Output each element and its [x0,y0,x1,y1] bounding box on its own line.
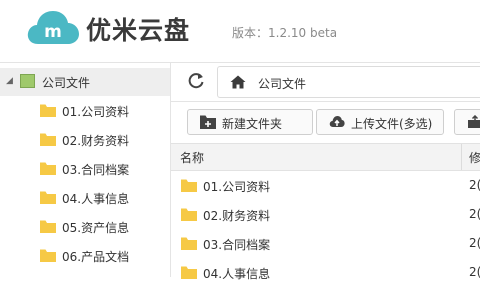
tree-item-label: 01.公司资料 [62,105,130,119]
version-label: 版本：1.2.10 beta [232,26,338,40]
table-row[interactable]: 03.合同档案 2( [171,229,480,258]
tree-item-label: 03.合同档案 [62,163,130,177]
tree-item-label: 04.人事信息 [62,192,130,206]
brand-name: 优米云盘 [86,16,191,45]
tree-root-item[interactable]: ◢ 公司文件 [0,68,170,96]
tree-root-label: 公司文件 [42,76,91,90]
file-name[interactable]: 02.财务资料 [203,207,270,224]
folder-icon [181,266,197,279]
tree-item-01[interactable]: 01.公司资料 [0,97,170,125]
address-bar[interactable]: 公司文件 [217,66,480,98]
root-folder-icon [20,74,35,88]
folder-icon [40,162,56,175]
folder-tree: ◢ 公司文件 01.公司资料 02.财务资料 03.合同档案 04.人事信息 0… [0,62,171,277]
file-name[interactable]: 04.人事信息 [203,265,270,282]
navigation-bar: 公司文件 [171,63,480,102]
file-modified: 2( [469,265,480,279]
current-path: 公司文件 [258,77,307,91]
tree-item-04[interactable]: 04.人事信息 [0,184,170,212]
upload-button[interactable]: 上传文件(多选) [316,109,444,135]
collapse-caret-icon[interactable]: ◢ [6,76,13,86]
table-row[interactable]: 01.公司资料 2( [171,171,480,200]
column-header-modified[interactable]: 修 [469,149,480,166]
export-icon [468,115,480,128]
tree-item-label: 05.资产信息 [62,221,130,235]
tree-item-06[interactable]: 06.产品文档 [0,242,170,270]
home-icon[interactable] [230,75,246,89]
table-row[interactable]: 04.人事信息 2( [171,258,480,287]
more-action-button[interactable] [454,109,480,135]
column-divider[interactable] [461,144,462,170]
tree-item-label: 02.财务资料 [62,134,130,148]
cloud-logo-icon: m [27,11,80,44]
tree-item-03[interactable]: 03.合同档案 [0,155,170,183]
action-toolbar: 新建文件夹 上传文件(多选) [171,107,480,139]
folder-icon [181,237,197,250]
file-modified: 2( [469,207,480,221]
file-name[interactable]: 01.公司资料 [203,178,270,195]
app-header: m 优米云盘 版本：1.2.10 beta [0,0,480,60]
column-header-name[interactable]: 名称 [180,149,204,166]
file-table-header: 名称 修 [171,143,480,171]
tree-item-05[interactable]: 05.资产信息 [0,213,170,241]
file-name[interactable]: 03.合同档案 [203,236,270,253]
upload-label: 上传文件(多选) [351,117,433,131]
folder-icon [181,208,197,221]
tree-item-02[interactable]: 02.财务资料 [0,126,170,154]
table-row[interactable]: 02.财务资料 2( [171,200,480,229]
file-modified: 2( [469,178,480,192]
tree-item-label: 06.产品文档 [62,250,130,264]
svg-text:m: m [44,22,62,42]
folder-icon [181,179,197,192]
folder-icon [40,249,56,262]
folder-icon [40,133,56,146]
folder-icon [40,191,56,204]
refresh-icon[interactable] [187,72,205,90]
new-folder-button[interactable]: 新建文件夹 [187,109,313,135]
folder-icon [40,220,56,233]
new-folder-icon [200,115,216,129]
folder-icon [40,104,56,117]
cloud-upload-icon [329,116,345,127]
file-modified: 2( [469,236,480,250]
file-browser: 公司文件 新建文件夹 上传文件(多选) 名称 修 01.公司资料 2 02.财务… [171,62,480,281]
new-folder-label: 新建文件夹 [222,117,283,131]
